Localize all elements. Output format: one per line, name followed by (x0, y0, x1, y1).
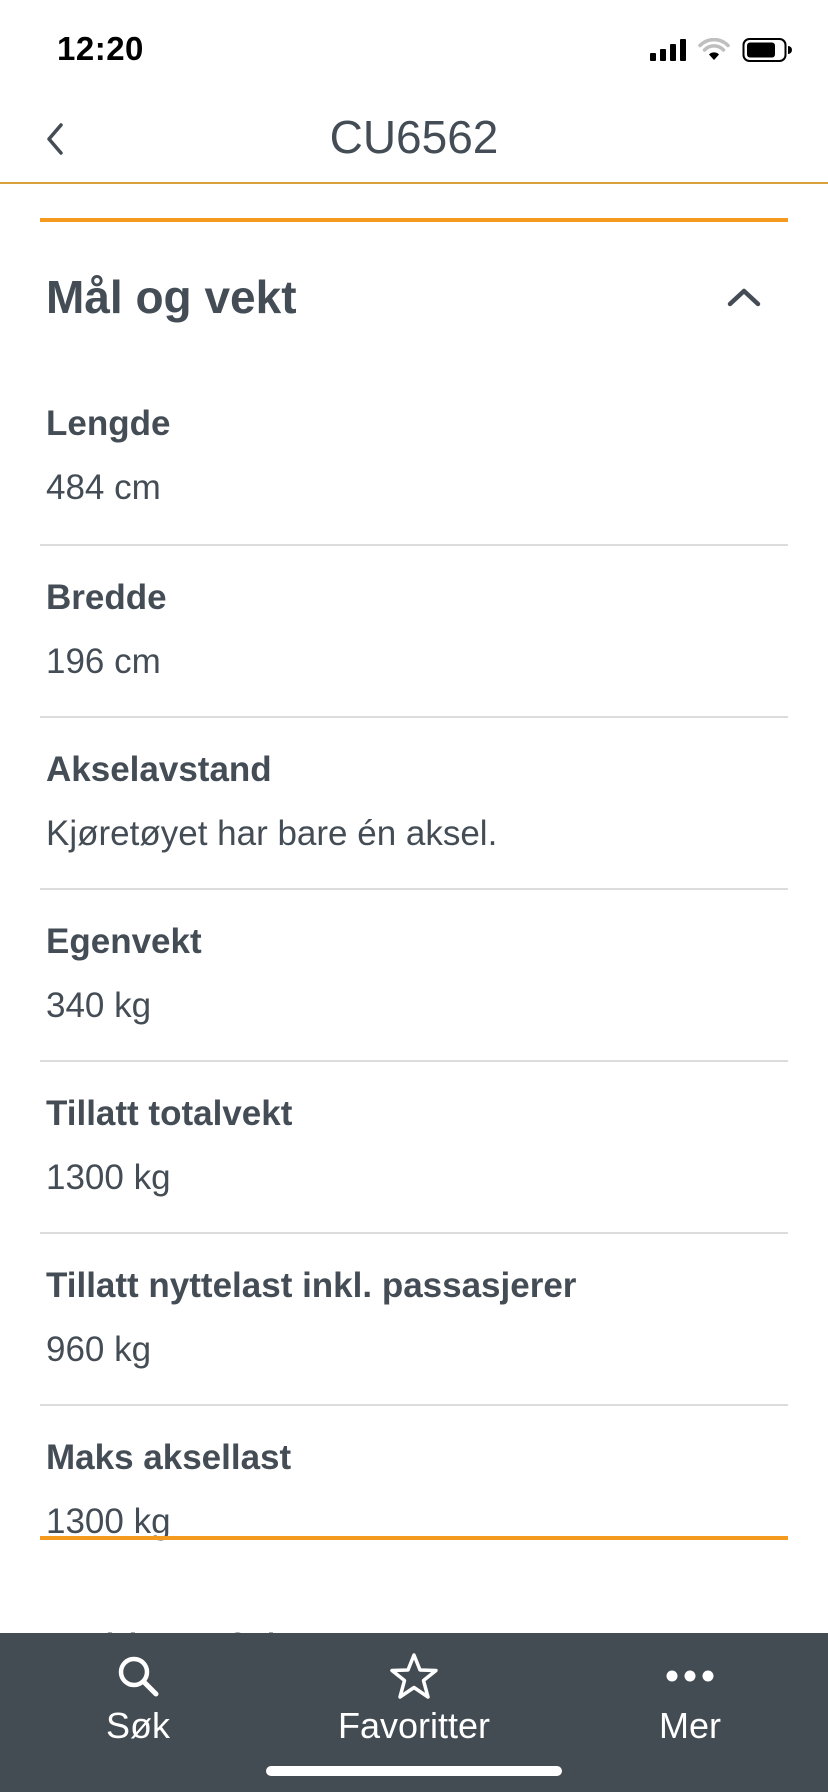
field-wheelbase: Akselavstand Kjøretøyet har bare én akse… (40, 716, 788, 888)
field-curb-weight: Egenvekt 340 kg (40, 888, 788, 1060)
field-payload: Tillatt nyttelast inkl. passasjerer 960 … (40, 1232, 788, 1404)
field-label: Tillatt nyttelast inkl. passasjerer (46, 1266, 577, 1305)
field-label: Lengde (46, 404, 171, 443)
tab-more[interactable]: Mer (552, 1633, 828, 1792)
section-header-dimensions[interactable]: Mål og vekt (40, 222, 788, 372)
field-value: 340 kg (46, 986, 152, 1025)
status-time: 12:20 (57, 30, 144, 67)
field-width: Bredde 196 cm (40, 544, 788, 716)
status-bar: 12:20 (0, 0, 828, 96)
search-icon (115, 1651, 161, 1701)
battery-icon (742, 38, 792, 62)
signal-icon (650, 39, 686, 61)
field-total-weight: Tillatt totalvekt 1300 kg (40, 1060, 788, 1232)
field-value: 484 cm (46, 468, 161, 507)
field-length: Lengde 484 cm (40, 372, 788, 544)
section-title: Mål og vekt (46, 271, 297, 323)
more-dots-icon (665, 1651, 715, 1701)
field-value: 1300 kg (46, 1158, 171, 1197)
chevron-up-icon (720, 273, 768, 321)
screen: 12:20 CU6562 Mål og vekt Lengde 484 cm B… (0, 0, 828, 1792)
tab-search[interactable]: Søk (0, 1633, 276, 1792)
nav-bar: CU6562 (0, 96, 828, 184)
field-label: Akselavstand (46, 750, 272, 789)
tab-label: Søk (105, 1705, 170, 1746)
wifi-icon (698, 38, 730, 60)
tab-label: Favoritter (337, 1705, 491, 1746)
tab-label: Mer (659, 1705, 721, 1746)
content: Mål og vekt Lengde 484 cm Bredde 196 cm … (40, 218, 788, 1576)
field-label: Maks aksellast (46, 1438, 292, 1477)
field-label: Tillatt totalvekt (46, 1094, 293, 1133)
field-label: Egenvekt (46, 922, 202, 961)
field-value: 196 cm (46, 642, 161, 681)
star-icon (389, 1651, 439, 1701)
field-label: Bredde (46, 578, 167, 617)
field-value: 960 kg (46, 1330, 152, 1369)
status-icons (650, 36, 792, 64)
home-indicator[interactable] (266, 1766, 562, 1776)
field-value: Kjøretøyet har bare én aksel. (46, 814, 498, 853)
page-title: CU6562 (329, 111, 499, 163)
